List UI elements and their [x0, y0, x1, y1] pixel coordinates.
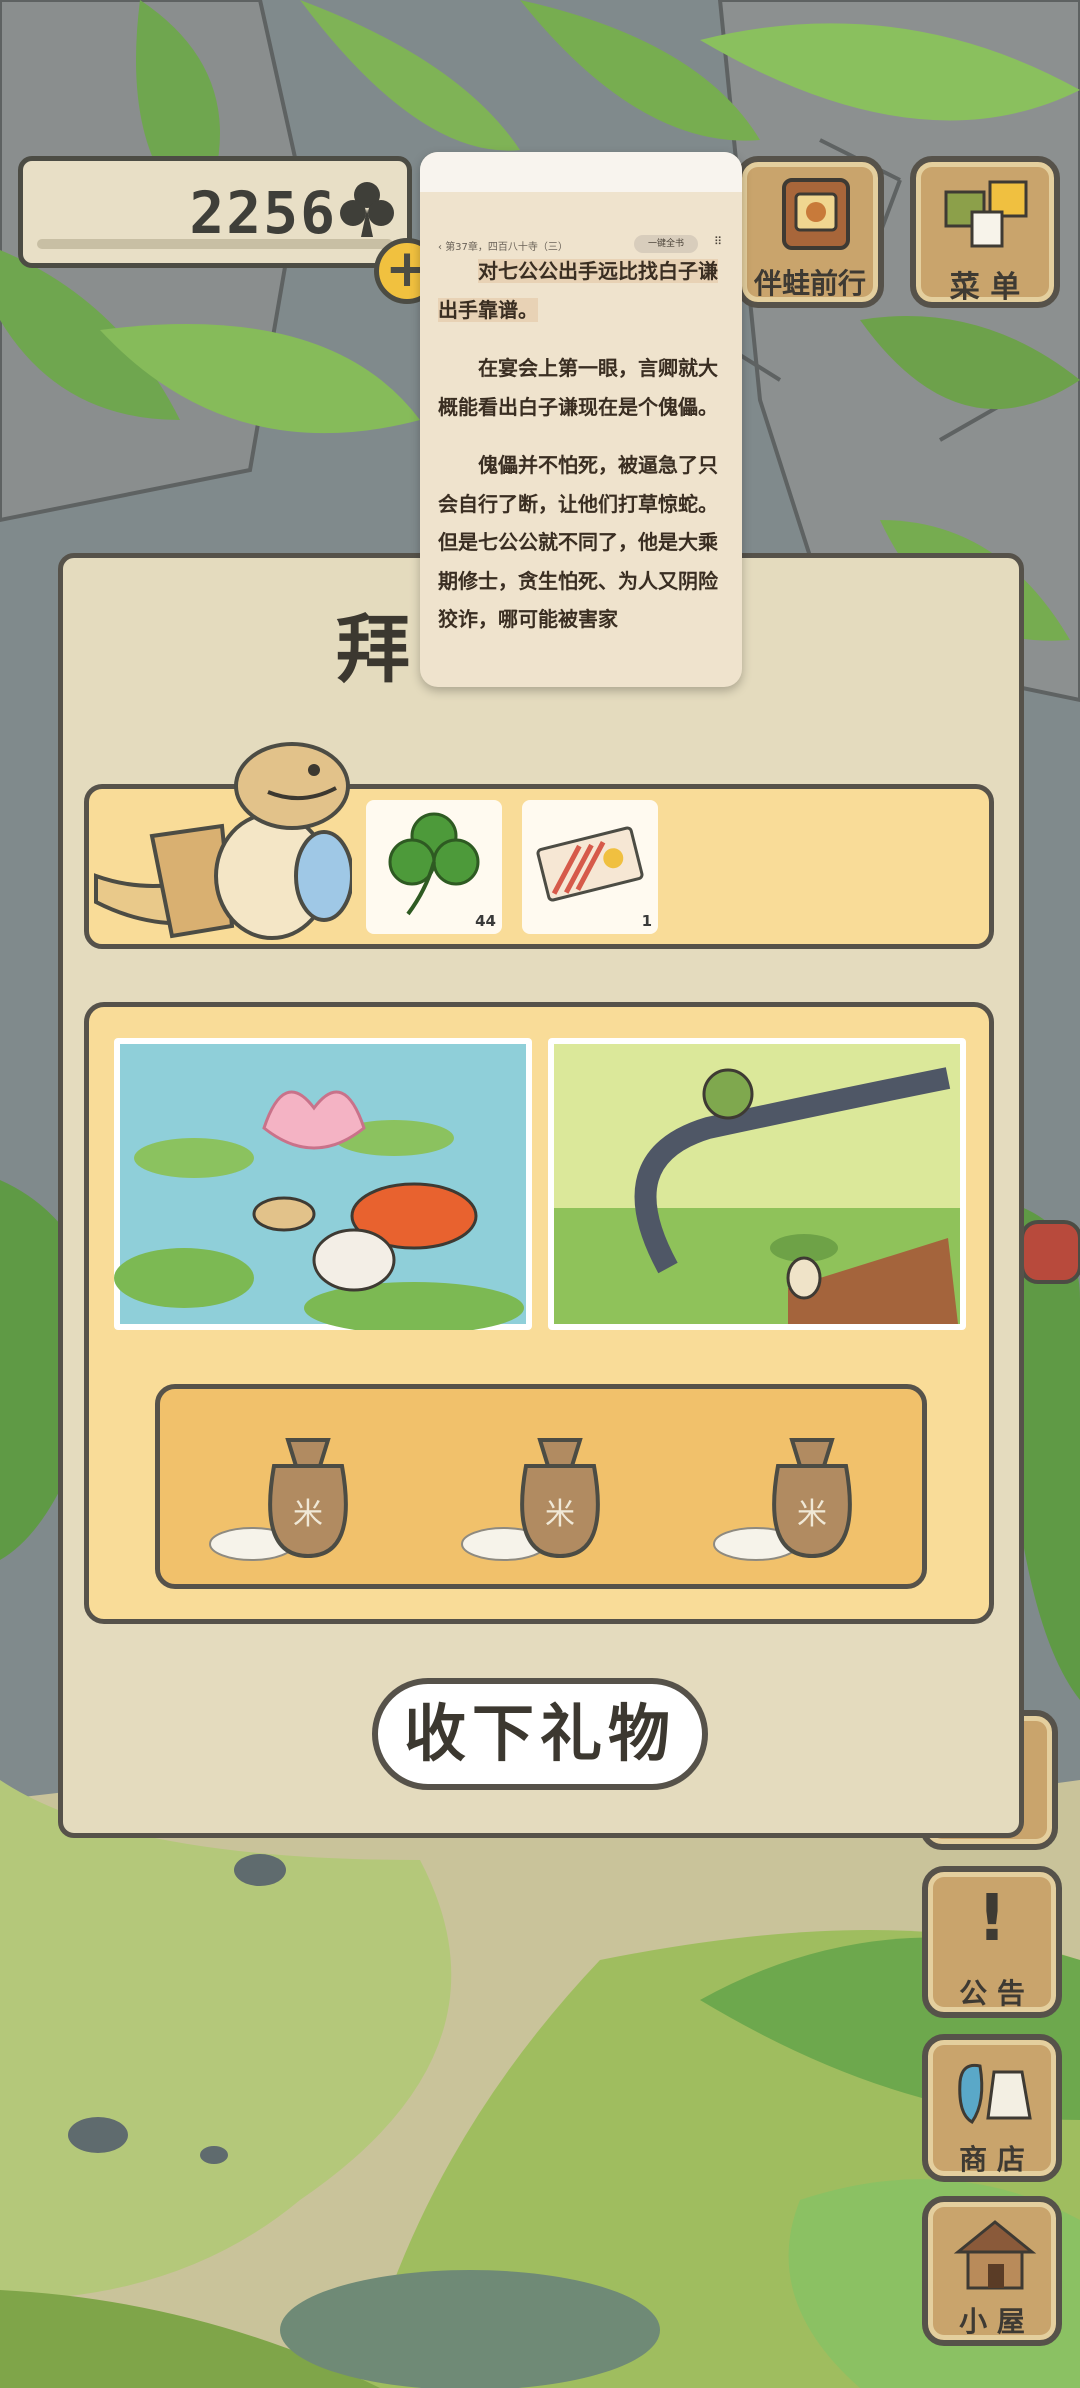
menu-button[interactable]: 菜 单 — [910, 156, 1060, 308]
forest-photo[interactable] — [548, 1038, 966, 1330]
shop-button[interactable]: 商 店 — [922, 2034, 1062, 2182]
clover-counter: 2256 — [18, 156, 412, 268]
reader-text: 对七公公出手远比找白子谦出手靠谱。 在宴会上第一眼，言卿就大概能看出白子谦现在是… — [438, 252, 728, 659]
reader-overlay[interactable]: ‹ 第37章，四百八十寺（三） 一键全书 ⠿ 对七公公出手远比找白子谦出手靠谱。… — [420, 152, 742, 687]
reader-more-icon[interactable]: ⠿ — [714, 235, 722, 248]
travel-with-frog-button[interactable]: 伴蛙前行 — [736, 156, 884, 308]
notice-label: 公 告 — [959, 1977, 1025, 2010]
rice-bag-icon: 米 — [713, 1438, 852, 1561]
house-button[interactable]: 小 屋 — [922, 2196, 1062, 2346]
ticket-item-tile: 1 — [522, 800, 658, 934]
reader-top-strip — [420, 152, 742, 192]
notice-button[interactable]: ! 公 告 — [922, 1866, 1062, 2018]
shop-label: 商 店 — [959, 2143, 1025, 2176]
gift-title: 拜 — [336, 607, 414, 693]
shop-bag-icon — [958, 2063, 1032, 2124]
accept-gift-button[interactable]: 收下礼物 — [372, 1678, 708, 1790]
lizard-friend-character — [94, 742, 352, 940]
house-icon — [953, 2220, 1037, 2290]
rice-bag-3: 米 — [712, 1426, 872, 1566]
rice-bag-icon: 米 — [461, 1438, 600, 1561]
rice-char: 米 — [545, 1497, 575, 1532]
menu-icon — [944, 180, 1028, 248]
pond-photo[interactable] — [114, 1038, 532, 1330]
menu-label: 菜 单 — [949, 270, 1021, 305]
ticket-icon — [536, 826, 644, 902]
album-icon — [782, 178, 850, 250]
clover-item-count: 44 — [475, 912, 496, 930]
rice-bag-icon: 米 — [209, 1438, 348, 1561]
ticket-item-count: 1 — [641, 912, 652, 930]
rice-bag-1: 米 — [208, 1426, 368, 1566]
four-leaf-clover-icon — [388, 812, 480, 916]
paragraph-3: 傀儡并不怕死，被逼急了只会自行了断，让他们打草惊蛇。但是七公公就不同了，他是大乘… — [438, 453, 718, 631]
rice-char: 米 — [293, 1497, 323, 1532]
forest-photo-image — [554, 1044, 960, 1324]
clover-progress-bar — [37, 239, 393, 249]
house-label: 小 屋 — [959, 2305, 1025, 2338]
clover-item-tile: 44 — [366, 800, 502, 934]
rice-char: 米 — [797, 1497, 827, 1532]
paragraph-2: 在宴会上第一眼，言卿就大概能看出白子谦现在是个傀儡。 — [438, 356, 718, 419]
clover-icon — [340, 182, 394, 237]
reader-pill-button[interactable]: 一键全书 — [634, 235, 698, 253]
pond-photo-image — [114, 1044, 526, 1330]
paragraph-1: 对七公公出手远比找白子谦出手靠谱。 — [438, 259, 718, 322]
exclamation-icon: ! — [977, 1882, 1007, 1956]
travel-with-frog-label: 伴蛙前行 — [753, 267, 866, 300]
clover-count: 2256 — [189, 179, 337, 247]
rice-bag-2: 米 — [460, 1426, 620, 1566]
